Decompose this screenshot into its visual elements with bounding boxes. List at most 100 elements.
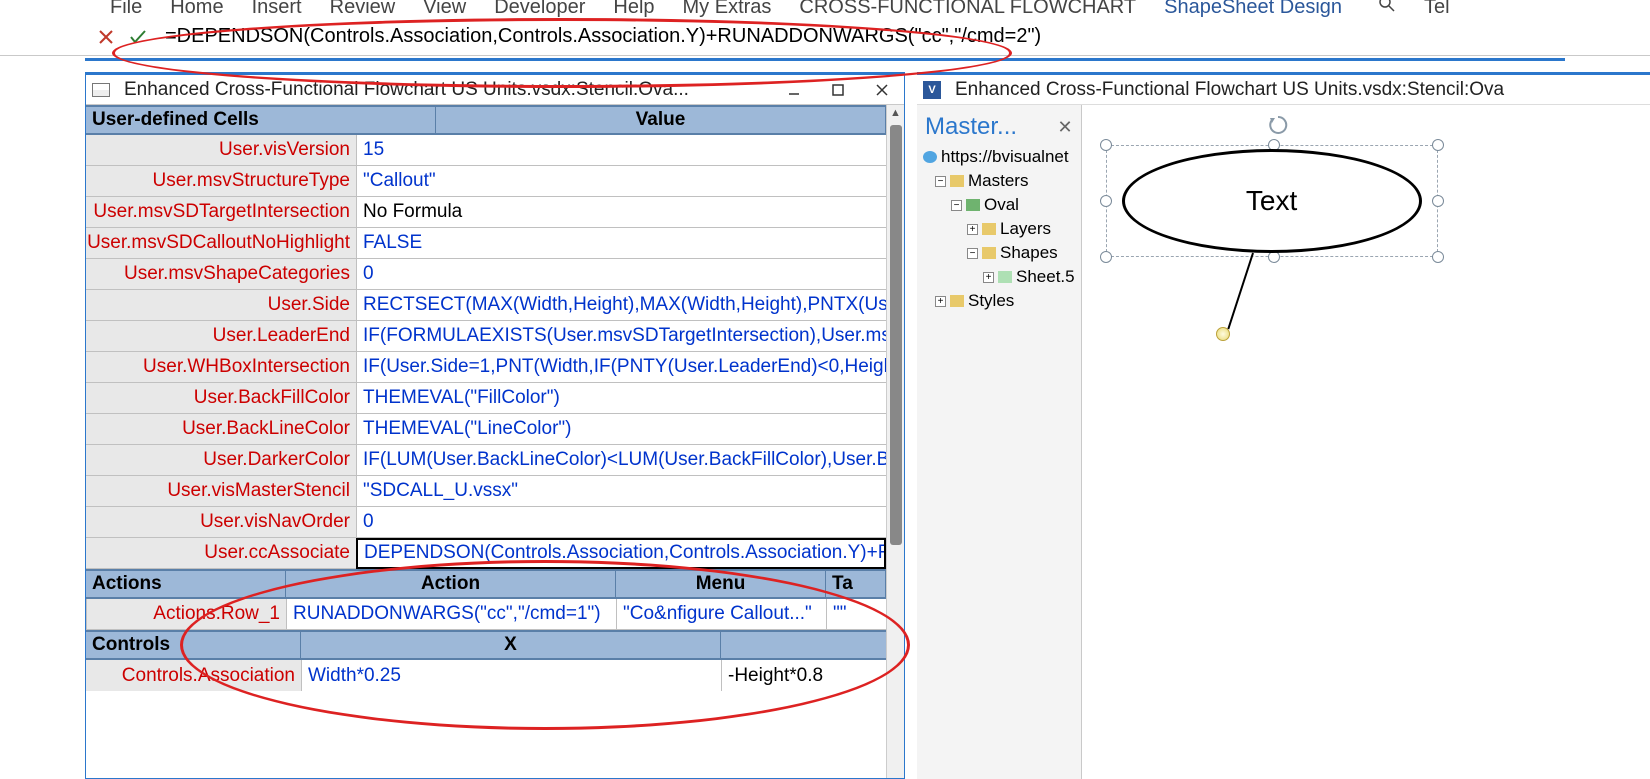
expand-icon[interactable]: + (967, 224, 978, 235)
maximize-button[interactable] (816, 75, 860, 104)
tab-file[interactable]: File (110, 0, 142, 18)
vertical-scrollbar[interactable]: ▲ (886, 105, 904, 778)
actions-row-menu[interactable]: "Co&nfigure Callout..." (616, 599, 826, 629)
user-cell-row[interactable]: User.ccAssociateDEPENDSON(Controls.Assoc… (86, 538, 886, 569)
controls-row-x[interactable]: Width*0.25 (301, 660, 721, 691)
rotate-handle-icon[interactable] (1268, 115, 1288, 135)
shape-text: Text (1246, 185, 1297, 217)
user-cell-row[interactable]: User.DarkerColorIF(LUM(User.BackLineColo… (86, 445, 886, 476)
cell-value[interactable]: 0 (356, 259, 886, 289)
cell-value[interactable]: "SDCALL_U.vssx" (356, 476, 886, 506)
selection-handle[interactable] (1100, 251, 1112, 263)
tree-shapes-label: Shapes (1000, 243, 1058, 263)
actions-row-name: Actions.Row_1 (86, 599, 286, 629)
user-cell-row[interactable]: User.msvStructureType"Callout" (86, 166, 886, 197)
tab-shapesheet-design[interactable]: ShapeSheet Design (1164, 0, 1342, 18)
close-button[interactable] (860, 75, 904, 104)
selection-handle[interactable] (1100, 195, 1112, 207)
accept-formula-button[interactable] (127, 26, 149, 48)
expand-icon[interactable]: + (935, 296, 946, 307)
tree-styles[interactable]: + Styles (917, 289, 1081, 313)
collapse-icon[interactable]: − (951, 200, 962, 211)
selection-handle[interactable] (1432, 195, 1444, 207)
col-ta: Ta (826, 571, 886, 597)
collapse-icon[interactable]: − (967, 248, 978, 259)
cell-value[interactable]: No Formula (356, 197, 886, 227)
tree-root[interactable]: https://bvisualnet (917, 145, 1081, 169)
tree-root-label: https://bvisualnet (941, 147, 1069, 167)
cell-value[interactable]: "Callout" (356, 166, 886, 196)
formula-input[interactable]: =DEPENDSON(Controls.Association,Controls… (159, 25, 1650, 48)
close-pane-icon[interactable]: ✕ (1058, 117, 1073, 138)
tree-oval[interactable]: − Oval (917, 193, 1081, 217)
tab-cross-functional[interactable]: CROSS-FUNCTIONAL FLOWCHART (799, 0, 1136, 18)
selection-handle[interactable] (1100, 139, 1112, 151)
oval-shape[interactable]: Text (1122, 149, 1422, 253)
user-cell-row[interactable]: User.msvSDTargetIntersectionNo Formula (86, 197, 886, 228)
master-explorer-label: Master... (925, 113, 1017, 141)
tree-layers[interactable]: + Layers (917, 217, 1081, 241)
user-cell-row[interactable]: User.visMasterStencil"SDCALL_U.vssx" (86, 476, 886, 507)
cell-value[interactable]: THEMEVAL("FillColor") (356, 383, 886, 413)
drawing-titlebar: V Enhanced Cross-Functional Flowchart US… (917, 75, 1650, 105)
user-cell-row[interactable]: User.msvShapeCategories0 (86, 259, 886, 290)
grid-icon (92, 83, 110, 97)
search-icon[interactable] (1378, 0, 1396, 18)
globe-icon (923, 151, 937, 163)
drawing-title: Enhanced Cross-Functional Flowchart US U… (955, 79, 1504, 101)
cell-value[interactable]: DEPENDSON(Controls.Association,Controls.… (356, 538, 886, 569)
user-cell-row[interactable]: User.BackFillColorTHEMEVAL("FillColor") (86, 383, 886, 414)
callout-leader[interactable] (1227, 253, 1254, 330)
section-header-user-cells[interactable]: User-defined Cells Value (86, 105, 886, 135)
expand-icon[interactable]: + (983, 272, 994, 283)
user-cell-row[interactable]: User.visVersion15 (86, 135, 886, 166)
tree-masters[interactable]: − Masters (917, 169, 1081, 193)
cell-value[interactable]: IF(FORMULAEXISTS(User.msvSDTargetInterse… (356, 321, 886, 351)
tab-insert[interactable]: Insert (252, 0, 302, 18)
actions-row-ta[interactable]: "" (826, 599, 886, 629)
cell-value[interactable]: 0 (356, 507, 886, 537)
tab-developer[interactable]: Developer (494, 0, 585, 18)
controls-row[interactable]: Controls.Association Width*0.25 -Height*… (86, 660, 886, 691)
tab-review[interactable]: Review (330, 0, 396, 18)
section-header-actions[interactable]: Actions Action Menu Ta (86, 569, 886, 599)
cell-name: User.DarkerColor (86, 449, 356, 471)
col-menu: Menu (616, 571, 826, 597)
scroll-up-icon[interactable]: ▲ (890, 107, 901, 119)
cell-value[interactable]: THEMEVAL("LineColor") (356, 414, 886, 444)
user-cell-row[interactable]: User.LeaderEndIF(FORMULAEXISTS(User.msvS… (86, 321, 886, 352)
user-cell-row[interactable]: User.msvSDCalloutNoHighlightFALSE (86, 228, 886, 259)
scroll-thumb[interactable] (890, 125, 902, 545)
actions-row[interactable]: Actions.Row_1 RUNADDONWARGS("cc","/cmd=1… (86, 599, 886, 630)
control-handle[interactable] (1216, 327, 1230, 341)
shapesheet-grid[interactable]: User-defined Cells Value User.visVersion… (86, 105, 886, 778)
tell-me[interactable]: Tel (1424, 0, 1450, 18)
user-cell-row[interactable]: User.WHBoxIntersectionIF(User.Side=1,PNT… (86, 352, 886, 383)
user-cell-row[interactable]: User.SideRECTSECT(MAX(Width,Height),MAX(… (86, 290, 886, 321)
cell-value[interactable]: IF(LUM(User.BackLineColor)<LUM(User.Back… (356, 445, 886, 475)
cell-value[interactable]: 15 (356, 135, 886, 165)
user-cell-row[interactable]: User.visNavOrder0 (86, 507, 886, 538)
collapse-icon[interactable]: − (935, 176, 946, 187)
col-user-defined: User-defined Cells (86, 107, 436, 133)
tab-my-extras[interactable]: My Extras (683, 0, 772, 18)
minimize-button[interactable] (772, 75, 816, 104)
section-header-controls[interactable]: Controls X (86, 630, 886, 660)
cell-name: User.msvSDCalloutNoHighlight (86, 232, 356, 254)
cancel-formula-button[interactable] (95, 26, 117, 48)
controls-row-y[interactable]: -Height*0.8 (721, 660, 886, 691)
tab-help[interactable]: Help (613, 0, 654, 18)
actions-row-action[interactable]: RUNADDONWARGS("cc","/cmd=1") (286, 599, 616, 629)
cell-value[interactable]: FALSE (356, 228, 886, 258)
selection-handle[interactable] (1432, 139, 1444, 151)
tree-shapes[interactable]: − Shapes (917, 241, 1081, 265)
cell-value[interactable]: RECTSECT(MAX(Width,Height),MAX(Width,Hei… (356, 290, 886, 320)
cell-name: User.msvSDTargetIntersection (86, 201, 356, 223)
drawing-canvas[interactable]: Text (1082, 105, 1650, 779)
tree-sheet5[interactable]: + Sheet.5 (917, 265, 1081, 289)
tab-home[interactable]: Home (170, 0, 223, 18)
selection-handle[interactable] (1432, 251, 1444, 263)
tab-view[interactable]: View (423, 0, 466, 18)
user-cell-row[interactable]: User.BackLineColorTHEMEVAL("LineColor") (86, 414, 886, 445)
cell-value[interactable]: IF(User.Side=1,PNT(Width,IF(PNTY(User.Le… (356, 352, 886, 382)
